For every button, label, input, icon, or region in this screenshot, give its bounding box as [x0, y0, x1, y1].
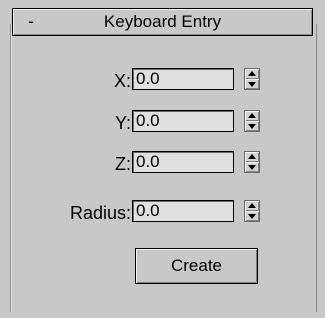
- radius-spinner[interactable]: [244, 200, 260, 222]
- y-spinner-down[interactable]: [245, 121, 259, 131]
- radius-row: Radius:: [20, 200, 131, 224]
- y-row: Y:: [40, 110, 131, 134]
- arrow-up-icon: [248, 113, 256, 118]
- radius-spinner-up[interactable]: [245, 201, 259, 211]
- radius-label: Radius:: [69, 203, 131, 223]
- x-spinner-up[interactable]: [245, 69, 259, 79]
- z-label: Z:: [115, 154, 131, 174]
- z-row: Z:: [40, 151, 131, 175]
- radius-input[interactable]: 0.0: [132, 200, 234, 222]
- x-label: X:: [113, 71, 131, 91]
- create-button[interactable]: Create: [135, 248, 258, 284]
- y-spinner-up[interactable]: [245, 111, 259, 121]
- rollout-title: Keyboard Entry: [103, 12, 222, 31]
- z-spinner-down[interactable]: [245, 162, 259, 172]
- radius-spinner-down[interactable]: [245, 211, 259, 221]
- rollout-header[interactable]: - Keyboard Entry: [12, 8, 313, 36]
- arrow-down-icon: [248, 124, 256, 129]
- y-label: Y:: [114, 113, 131, 133]
- x-spinner-down[interactable]: [245, 79, 259, 89]
- x-row: X:: [40, 68, 131, 92]
- arrow-up-icon: [248, 71, 256, 76]
- arrow-down-icon: [248, 214, 256, 219]
- arrow-down-icon: [248, 82, 256, 87]
- x-input[interactable]: 0.0: [132, 68, 234, 90]
- y-input[interactable]: 0.0: [132, 110, 234, 132]
- y-spinner[interactable]: [244, 110, 260, 132]
- x-spinner[interactable]: [244, 68, 260, 90]
- z-input[interactable]: 0.0: [132, 151, 234, 173]
- arrow-up-icon: [248, 154, 256, 159]
- arrow-up-icon: [248, 203, 256, 208]
- z-spinner[interactable]: [244, 151, 260, 173]
- arrow-down-icon: [248, 165, 256, 170]
- z-spinner-up[interactable]: [245, 152, 259, 162]
